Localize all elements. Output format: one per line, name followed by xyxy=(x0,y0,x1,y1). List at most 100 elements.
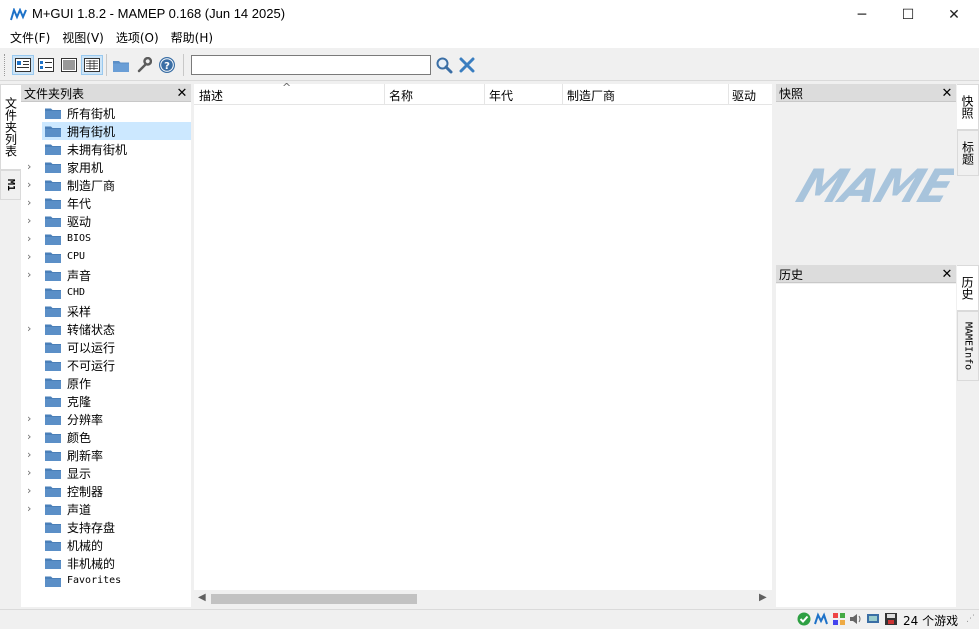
menu-options[interactable]: 选项(O) xyxy=(110,30,165,48)
column-driver[interactable]: 驱动 xyxy=(732,87,756,104)
folder-item[interactable]: Favorites xyxy=(21,572,191,590)
folder-item[interactable]: 支持存盘 xyxy=(21,518,191,536)
folder-item[interactable]: 拥有街机 xyxy=(21,122,191,140)
folder-item[interactable]: › CPU xyxy=(21,248,191,266)
column-year[interactable]: 年代 xyxy=(489,87,513,104)
tab-snapshot[interactable]: 快照 xyxy=(957,84,979,130)
folder-item[interactable]: › 显示 xyxy=(21,464,191,482)
minimize-button[interactable]: ─ xyxy=(839,0,885,30)
expand-arrow-icon[interactable]: › xyxy=(27,503,37,515)
close-window-button[interactable]: ✕ xyxy=(931,0,977,30)
expand-arrow-icon[interactable]: › xyxy=(27,215,37,227)
folder-item[interactable]: 非机械的 xyxy=(21,554,191,572)
folder-item[interactable]: 采样 xyxy=(21,302,191,320)
folder-panel-close-button[interactable]: ✕ xyxy=(175,86,189,101)
tab-m1[interactable]: M1 xyxy=(0,170,21,200)
folder-item[interactable]: 克隆 xyxy=(21,392,191,410)
tab-snapshot-label: 快照 xyxy=(960,95,974,119)
folder-item[interactable]: 机械的 xyxy=(21,536,191,554)
folder-item[interactable]: › BIOS xyxy=(21,230,191,248)
column-manufacturer[interactable]: 制造厂商 xyxy=(567,87,615,104)
folder-item-label: CPU xyxy=(67,251,86,262)
resize-grip[interactable]: ⋰ xyxy=(966,614,975,624)
search-icon xyxy=(436,57,453,74)
toolbar-grip xyxy=(4,54,6,76)
folder-item[interactable]: › 颜色 xyxy=(21,428,191,446)
search-button[interactable] xyxy=(433,55,455,75)
expand-arrow-icon[interactable]: › xyxy=(27,449,37,461)
folder-item[interactable]: › 驱动 xyxy=(21,212,191,230)
tab-mameinfo[interactable]: MAMEInfo xyxy=(957,311,979,381)
history-panel-close-button[interactable]: ✕ xyxy=(940,267,954,282)
folder-tree: 所有街机 拥有街机 未拥有街机 › 家用机 › 制造厂商 › 年代 › 驱动 › BIOS › CPU › 声音… xyxy=(21,102,191,607)
folder-icon xyxy=(45,539,61,551)
expand-arrow-icon[interactable]: › xyxy=(27,467,37,479)
help-button[interactable]: ? xyxy=(156,55,178,75)
menu-file[interactable]: 文件(F) xyxy=(4,30,56,48)
expand-arrow-icon[interactable]: › xyxy=(27,179,37,191)
folder-item[interactable]: 可以运行 xyxy=(21,338,191,356)
expand-arrow-icon[interactable]: › xyxy=(27,413,37,425)
folder-item[interactable]: CHD xyxy=(21,284,191,302)
view-details-button[interactable] xyxy=(81,55,103,75)
folder-item[interactable]: › 分辨率 xyxy=(21,410,191,428)
folder-item[interactable]: › 转储状态 xyxy=(21,320,191,338)
folder-button[interactable] xyxy=(110,55,132,75)
folder-item[interactable]: 所有街机 xyxy=(21,104,191,122)
folder-item-label: CHD xyxy=(67,287,86,298)
view-large-icons-button[interactable] xyxy=(12,55,34,75)
folder-item[interactable]: 未拥有街机 xyxy=(21,140,191,158)
menu-view[interactable]: 视图(V) xyxy=(56,30,110,48)
scrollbar-thumb[interactable] xyxy=(211,594,417,604)
folder-item-label: 转储状态 xyxy=(67,323,116,337)
scroll-right-arrow[interactable]: ▶ xyxy=(759,592,767,603)
view-list-button[interactable] xyxy=(58,55,80,75)
folder-item[interactable]: › 刷新率 xyxy=(21,446,191,464)
folder-item[interactable]: › 制造厂商 xyxy=(21,176,191,194)
view-small-icons-button[interactable] xyxy=(35,55,57,75)
expand-arrow-icon[interactable]: › xyxy=(27,485,37,497)
column-divider[interactable] xyxy=(728,84,729,105)
expand-arrow-icon[interactable]: › xyxy=(27,431,37,443)
tab-mameinfo-label: MAMEInfo xyxy=(962,321,974,371)
window-title: M+GUI 1.8.2 - MAMEP 0.168 (Jun 14 2025) xyxy=(32,6,286,21)
folder-item-label: BIOS xyxy=(67,233,92,244)
expand-arrow-icon[interactable]: › xyxy=(27,323,37,335)
clear-search-button[interactable] xyxy=(456,55,478,75)
column-divider[interactable] xyxy=(484,84,485,105)
folder-item[interactable]: › 家用机 xyxy=(21,158,191,176)
folder-item[interactable]: 原作 xyxy=(21,374,191,392)
search-input[interactable] xyxy=(191,55,431,75)
expand-arrow-icon[interactable]: › xyxy=(27,233,37,245)
menu-help[interactable]: 帮助(H) xyxy=(165,30,219,48)
folder-item-label: 克隆 xyxy=(67,395,92,409)
folder-icon xyxy=(45,287,61,299)
expand-arrow-icon[interactable]: › xyxy=(27,251,37,263)
folder-item[interactable]: › 控制器 xyxy=(21,482,191,500)
history-text-area[interactable] xyxy=(776,284,956,607)
column-divider[interactable] xyxy=(562,84,563,105)
folder-item[interactable]: › 声道 xyxy=(21,500,191,518)
tab-title-label: 标题 xyxy=(960,141,975,165)
maximize-button[interactable]: ☐ xyxy=(885,0,931,30)
folder-item[interactable]: 不可运行 xyxy=(21,356,191,374)
expand-arrow-icon[interactable]: › xyxy=(27,269,37,281)
column-name[interactable]: 名称 xyxy=(389,87,413,104)
large-icons-icon xyxy=(15,58,31,72)
tab-title[interactable]: 标题 xyxy=(957,130,979,176)
options-button[interactable] xyxy=(133,55,155,75)
folder-panel-title: 文件夹列表 xyxy=(24,87,85,101)
snapshot-panel-close-button[interactable]: ✕ xyxy=(940,86,954,101)
scroll-left-arrow[interactable]: ◀ xyxy=(198,592,206,603)
folder-item[interactable]: › 年代 xyxy=(21,194,191,212)
expand-arrow-icon[interactable]: › xyxy=(27,197,37,209)
tab-folder-list[interactable]: 文件夹列表 xyxy=(0,84,21,170)
folder-item[interactable]: › 声音 xyxy=(21,266,191,284)
expand-arrow-icon[interactable]: › xyxy=(27,161,37,173)
game-list[interactable]: ^ 描述 名称 年代 制造厂商 驱动 ◀ ▶ xyxy=(194,81,772,607)
tab-history[interactable]: 历史 xyxy=(957,265,979,311)
horizontal-scrollbar[interactable]: ◀ ▶ xyxy=(194,590,772,607)
folder-icon xyxy=(45,521,61,533)
column-divider[interactable] xyxy=(384,84,385,105)
column-description[interactable]: 描述 xyxy=(199,87,223,104)
